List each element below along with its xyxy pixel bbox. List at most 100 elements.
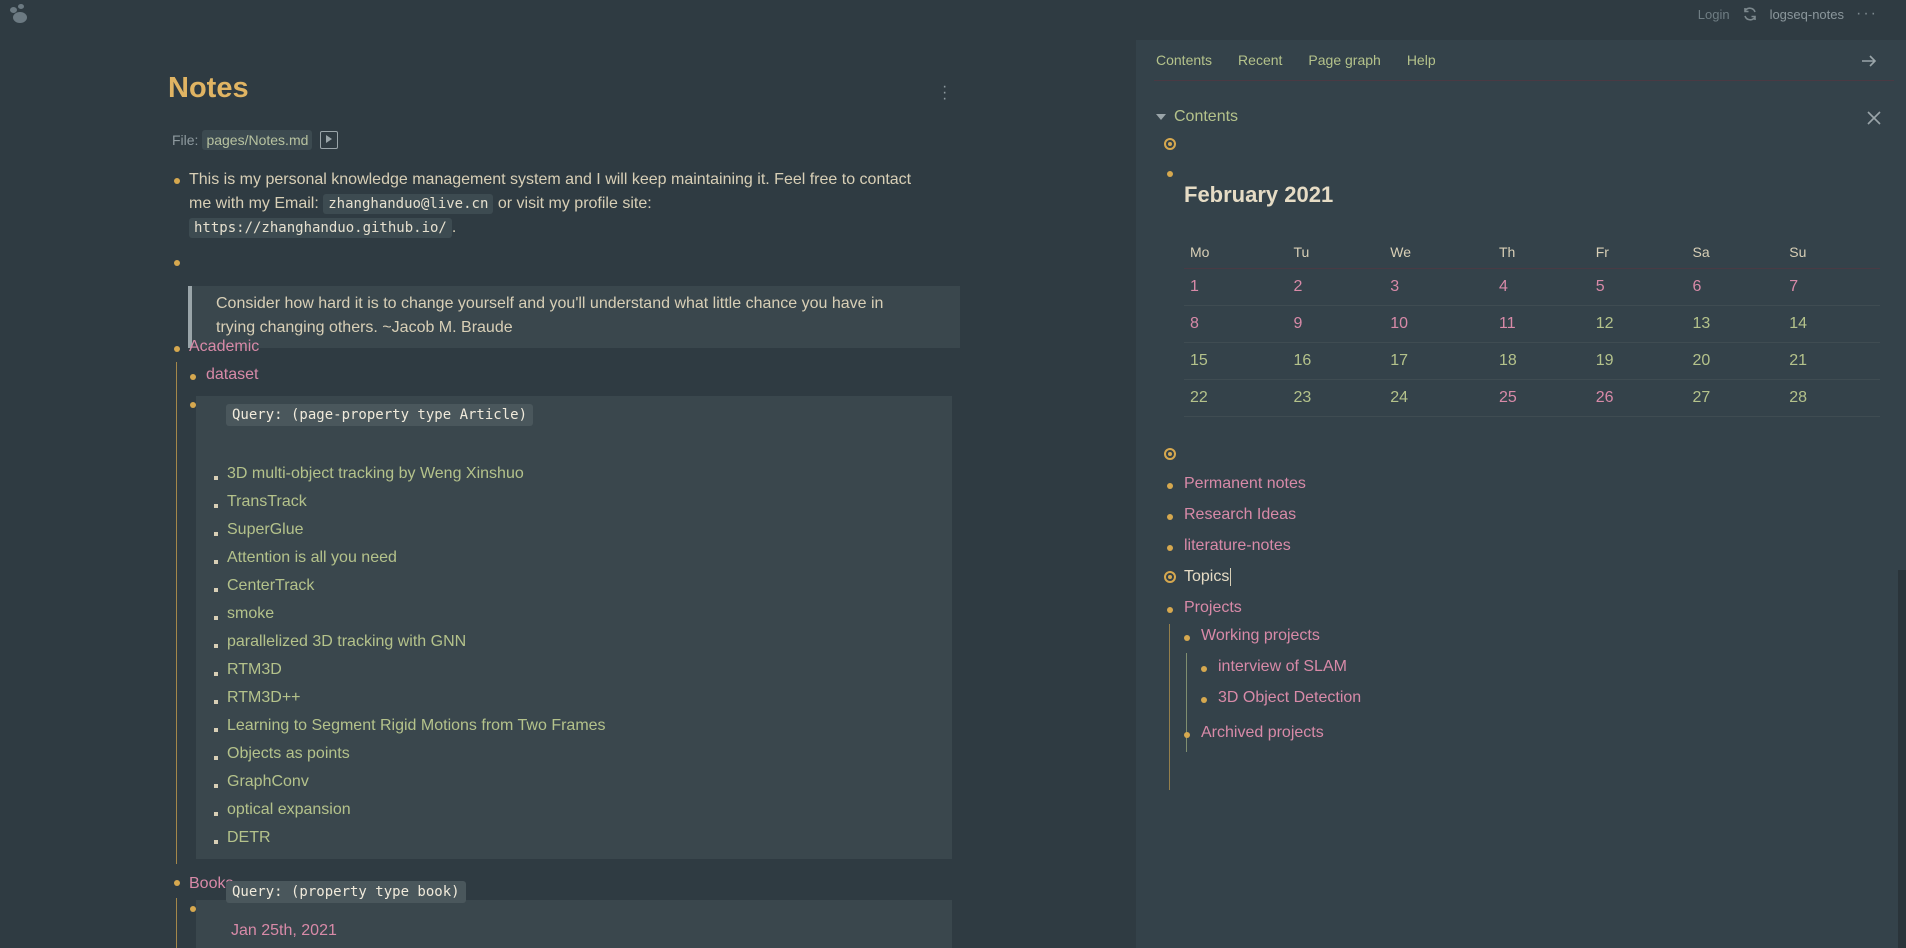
slam-link[interactable]: interview of SLAM — [1218, 658, 1347, 676]
block-bullet[interactable] — [1167, 607, 1173, 613]
calendar-day[interactable]: 28 — [1783, 379, 1880, 417]
tab-divider — [1154, 80, 1894, 81]
query-tag[interactable]: Query: (property type book) — [226, 881, 466, 903]
calendar-day[interactable]: 22 — [1184, 379, 1288, 417]
block-bullet[interactable] — [174, 260, 180, 266]
article-link[interactable]: parallelized 3D tracking with GNN — [227, 633, 466, 651]
calendar-day[interactable]: 8 — [1184, 305, 1288, 343]
calendar-day[interactable]: 5 — [1589, 268, 1687, 306]
collapsed-bullet-icon[interactable] — [1164, 571, 1176, 583]
block-bullet[interactable] — [1167, 514, 1173, 520]
calendar-day[interactable]: 12 — [1589, 305, 1687, 343]
collapse-caret-icon[interactable] — [1156, 114, 1166, 120]
article-link[interactable]: Objects as points — [227, 745, 350, 763]
tab-contents[interactable]: Contents — [1156, 52, 1212, 68]
block-bullet[interactable] — [1184, 635, 1190, 641]
calendar-day[interactable]: 16 — [1287, 342, 1385, 380]
calendar-day[interactable]: 20 — [1686, 342, 1784, 380]
intro-text-3: or visit my profile site: — [497, 195, 652, 212]
academic-link[interactable]: Academic — [189, 335, 259, 359]
archived-projects-link[interactable]: Archived projects — [1201, 724, 1324, 742]
calendar-day[interactable]: 11 — [1492, 305, 1590, 343]
tab-page-graph[interactable]: Page graph — [1308, 52, 1380, 68]
literature-notes-link[interactable]: literature-notes — [1184, 537, 1291, 555]
article-link[interactable]: CenterTrack — [227, 577, 314, 595]
tab-help[interactable]: Help — [1407, 52, 1436, 68]
intro-block[interactable]: This is my personal knowledge management… — [189, 168, 969, 240]
block-bullet[interactable] — [1167, 545, 1173, 551]
calendar-day[interactable]: 9 — [1287, 305, 1385, 343]
topics-editing[interactable]: Topics — [1184, 568, 1232, 586]
block-bullet[interactable] — [174, 880, 180, 886]
permanent-notes-link[interactable]: Permanent notes — [1184, 475, 1306, 493]
article-link[interactable]: GraphConv — [227, 773, 309, 791]
calendar-day[interactable]: 1 — [1184, 268, 1288, 306]
page-title[interactable]: Notes — [168, 72, 249, 105]
calendar-day[interactable]: 26 — [1589, 379, 1687, 417]
calendar-day[interactable]: 10 — [1384, 305, 1493, 343]
calendar-day[interactable]: 4 — [1492, 268, 1590, 306]
article-link[interactable]: RTM3D — [227, 661, 282, 679]
calendar-day[interactable]: 25 — [1492, 379, 1590, 417]
projects-link[interactable]: Projects — [1184, 599, 1242, 617]
intro-text-1: This is my personal knowledge management… — [189, 171, 912, 188]
block-bullet[interactable] — [1201, 666, 1207, 672]
calendar-day[interactable]: 27 — [1686, 379, 1784, 417]
calendar-day[interactable]: 15 — [1184, 342, 1288, 380]
contents-header[interactable]: Contents — [1156, 108, 1238, 126]
text-cursor — [1230, 568, 1232, 586]
block-bullet[interactable] — [174, 178, 180, 184]
block-bullet[interactable] — [190, 374, 196, 380]
query-tag[interactable]: Query: (page-property type Article) — [226, 404, 534, 426]
collapsed-bullet-icon[interactable] — [1164, 448, 1176, 460]
object-detection-link[interactable]: 3D Object Detection — [1218, 689, 1361, 707]
block-bullet[interactable] — [1167, 483, 1173, 489]
block-bullet[interactable] — [1184, 732, 1190, 738]
article-link[interactable]: TransTrack — [227, 493, 307, 511]
list-bullet — [214, 840, 218, 844]
more-menu-icon[interactable]: ··· — [1856, 5, 1878, 23]
query-date-link[interactable]: Jan 25th, 2021 — [231, 919, 337, 943]
article-link[interactable]: Attention is all you need — [227, 549, 397, 567]
article-link[interactable]: RTM3D++ — [227, 689, 301, 707]
block-bullet[interactable] — [1167, 171, 1173, 177]
calendar-day[interactable]: 3 — [1384, 268, 1493, 306]
contents-title[interactable]: Contents — [1174, 108, 1238, 126]
article-link[interactable]: optical expansion — [227, 801, 351, 819]
working-projects-link[interactable]: Working projects — [1201, 627, 1320, 645]
article-link[interactable]: DETR — [227, 829, 271, 847]
file-path-link[interactable]: pages/Notes.md — [202, 130, 313, 150]
calendar-day[interactable]: 17 — [1384, 342, 1493, 380]
calendar-day[interactable]: 7 — [1783, 268, 1880, 306]
page-menu-icon[interactable]: · · · — [942, 79, 947, 107]
open-file-icon[interactable] — [320, 131, 339, 149]
scrollbar[interactable] — [1898, 570, 1906, 948]
calendar-day[interactable]: 13 — [1686, 305, 1784, 343]
research-ideas-link[interactable]: Research Ideas — [1184, 506, 1296, 524]
repo-name[interactable]: logseq-notes — [1770, 7, 1844, 22]
logseq-logo-icon[interactable] — [8, 4, 30, 24]
article-link[interactable]: 3D multi-object tracking by Weng Xinshuo — [227, 465, 524, 483]
close-sidebar-arrow-icon[interactable] — [1860, 52, 1878, 70]
login-button[interactable]: Login — [1698, 7, 1730, 22]
article-link[interactable]: SuperGlue — [227, 521, 304, 539]
block-bullet[interactable] — [174, 346, 180, 352]
calendar-day[interactable]: 23 — [1287, 379, 1385, 417]
article-link[interactable]: Learning to Segment Rigid Motions from T… — [227, 717, 606, 735]
article-link[interactable]: smoke — [227, 605, 274, 623]
calendar-day[interactable]: 18 — [1492, 342, 1590, 380]
calendar-day[interactable]: 2 — [1287, 268, 1385, 306]
sync-icon[interactable] — [1742, 6, 1758, 22]
tab-recent[interactable]: Recent — [1238, 52, 1282, 68]
close-icon[interactable] — [1866, 110, 1882, 126]
dataset-link[interactable]: dataset — [206, 363, 258, 387]
calendar-day[interactable]: 21 — [1783, 342, 1880, 380]
calendar-day[interactable]: 6 — [1686, 268, 1784, 306]
calendar-day[interactable]: 14 — [1783, 305, 1880, 343]
block-bullet[interactable] — [1201, 697, 1207, 703]
quote-block[interactable]: Consider how hard it is to change yourse… — [188, 286, 960, 348]
topics-text: Topics — [1184, 568, 1230, 586]
collapsed-bullet-icon[interactable] — [1164, 138, 1176, 150]
calendar-day[interactable]: 19 — [1589, 342, 1687, 380]
calendar-day[interactable]: 24 — [1384, 379, 1493, 417]
